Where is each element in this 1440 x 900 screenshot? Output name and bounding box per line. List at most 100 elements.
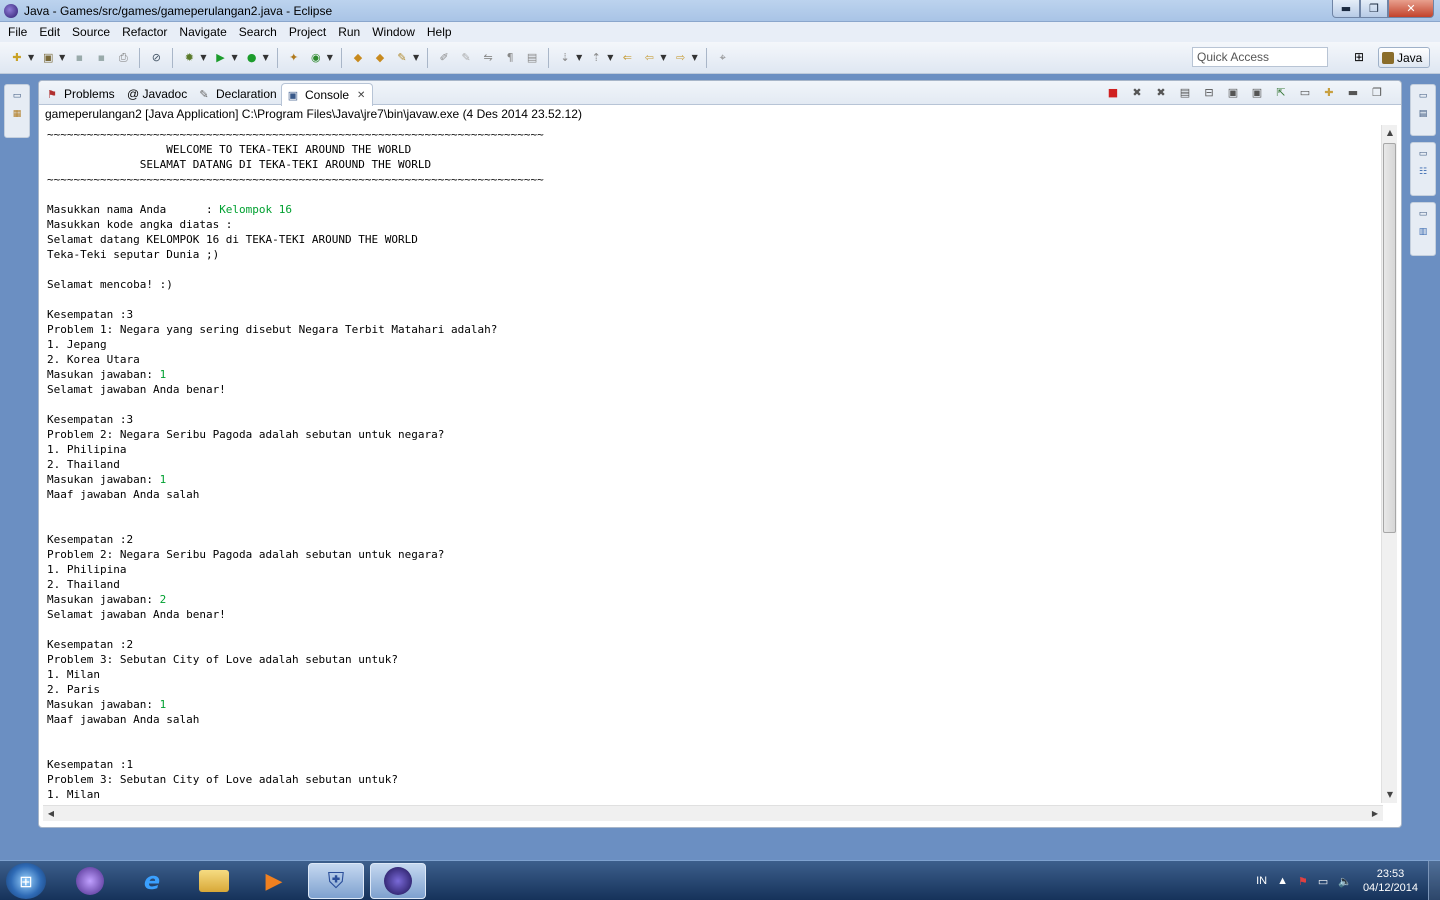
print-icon[interactable]: ⎙	[115, 50, 131, 66]
new-class-dropdown-icon[interactable]: ▼	[327, 53, 333, 62]
menu-source[interactable]: Source	[66, 22, 116, 42]
menu-navigate[interactable]: Navigate	[173, 22, 232, 42]
minimize-view-icon[interactable]: ▬	[1345, 84, 1361, 100]
restore-icon[interactable]: ▭	[1417, 149, 1429, 161]
windows-explorer-icon[interactable]	[186, 863, 242, 899]
new-package-icon[interactable]: ▣	[40, 50, 56, 66]
quick-access-input[interactable]: Quick Access	[1192, 47, 1328, 67]
scroll-up-icon[interactable]: ▲	[1382, 125, 1398, 141]
terminate-icon[interactable]: ■	[1105, 84, 1121, 100]
run-dropdown-icon[interactable]: ▼	[231, 53, 237, 62]
show-whitespace-icon[interactable]: ¶	[502, 50, 518, 66]
scroll-lock-icon[interactable]: ⊟	[1201, 84, 1217, 100]
previous-annotation-dropdown-icon[interactable]: ▼	[607, 53, 613, 62]
task-list-icon[interactable]: ▤	[1417, 109, 1429, 121]
back-icon[interactable]: ⇦	[641, 50, 657, 66]
new-java-project-icon[interactable]: ✦	[286, 50, 302, 66]
close-tab-icon[interactable]: ✕	[357, 90, 365, 101]
maximize-button[interactable]: ❐	[1360, 0, 1388, 18]
network-icon[interactable]: ▭	[1318, 875, 1328, 888]
start-button[interactable]: ⊞	[6, 863, 46, 899]
external-tools-dropdown-icon[interactable]: ▼	[263, 53, 269, 62]
display-console-icon[interactable]: ▭	[1297, 84, 1313, 100]
java-perspective-button[interactable]: Java	[1378, 47, 1430, 68]
restore-icon[interactable]: ▭	[1417, 91, 1429, 103]
eclipse-running-icon[interactable]	[370, 863, 426, 899]
tab-javadoc[interactable]: @ Javadoc	[123, 83, 187, 105]
new-class-icon[interactable]: ◉	[308, 50, 324, 66]
search-dropdown-icon[interactable]: ▼	[413, 53, 419, 62]
console-line: Problem 3: Sebutan City of Love adalah s…	[47, 652, 1375, 667]
open-type-icon[interactable]: ◆	[350, 50, 366, 66]
toggle-breadcrumb-icon[interactable]: ⇋	[480, 50, 496, 66]
debug-icon[interactable]: ✹	[181, 50, 197, 66]
toggle-mark-icon[interactable]: ✐	[436, 50, 452, 66]
hierarchy-icon[interactable]: ▥	[1417, 227, 1429, 239]
open-task-icon[interactable]: ◆	[372, 50, 388, 66]
restore-icon[interactable]: ▭	[11, 91, 23, 103]
remove-launch-icon[interactable]: ✖	[1129, 84, 1145, 100]
block-selection-icon[interactable]: ▤	[524, 50, 540, 66]
menu-run[interactable]: Run	[332, 22, 366, 42]
forward-dropdown-icon[interactable]: ▼	[692, 53, 698, 62]
action-center-icon[interactable]: ⚑	[1298, 875, 1308, 888]
new-icon[interactable]: ✚	[9, 50, 25, 66]
save-icon[interactable]: ▪	[71, 50, 87, 66]
toggle-highlight-icon[interactable]: ✎	[458, 50, 474, 66]
forward-icon[interactable]: ⇨	[673, 50, 689, 66]
clear-console-icon[interactable]: ▤	[1177, 84, 1193, 100]
show-desktop-button[interactable]	[1428, 861, 1440, 900]
scroll-right-icon[interactable]: ▶	[1367, 806, 1383, 822]
pin-editor-icon[interactable]: ⌖	[715, 50, 731, 66]
open-console-icon[interactable]: ✚	[1321, 84, 1337, 100]
clock[interactable]: 23:53 04/12/2014	[1363, 867, 1418, 895]
maximize-view-icon[interactable]: ❐	[1369, 84, 1385, 100]
vertical-scrollbar[interactable]: ▲ ▼	[1381, 125, 1397, 803]
security-center-icon[interactable]: ⛨	[308, 863, 364, 899]
next-annotation-dropdown-icon[interactable]: ▼	[576, 53, 582, 62]
new-package-dropdown-icon[interactable]: ▼	[59, 53, 65, 62]
language-indicator[interactable]: IN	[1256, 875, 1267, 887]
next-annotation-icon[interactable]: ⇣	[557, 50, 573, 66]
close-button[interactable]: ✕	[1388, 0, 1434, 18]
open-perspective-icon[interactable]: ⊞	[1350, 48, 1368, 66]
menu-search[interactable]: Search	[233, 22, 283, 42]
console-output[interactable]: ~~~~~~~~~~~~~~~~~~~~~~~~~~~~~~~~~~~~~~~~…	[47, 127, 1375, 805]
scrollbar-thumb[interactable]	[1383, 143, 1396, 533]
back-dropdown-icon[interactable]: ▼	[660, 53, 666, 62]
restore-icon[interactable]: ▭	[1417, 209, 1429, 221]
tab-declaration[interactable]: ✎ Declaration	[193, 83, 276, 105]
menu-edit[interactable]: Edit	[33, 22, 66, 42]
scroll-down-icon[interactable]: ▼	[1382, 787, 1398, 803]
menu-file[interactable]: File	[2, 22, 33, 42]
new-dropdown-icon[interactable]: ▼	[28, 53, 34, 62]
show-stderr-icon[interactable]: ▣	[1249, 84, 1265, 100]
debug-dropdown-icon[interactable]: ▼	[200, 53, 206, 62]
show-hidden-icons-icon[interactable]: ▲	[1277, 875, 1288, 887]
internet-explorer-icon[interactable]: e	[124, 863, 180, 899]
outline-icon[interactable]: ☷	[1417, 167, 1429, 179]
previous-annotation-icon[interactable]: ⇡	[588, 50, 604, 66]
show-stdout-icon[interactable]: ▣	[1225, 84, 1241, 100]
remove-all-terminated-icon[interactable]: ✖	[1153, 84, 1169, 100]
pin-console-icon[interactable]: ⇱	[1273, 84, 1289, 100]
minimize-button[interactable]: ▬	[1332, 0, 1360, 18]
media-player-icon[interactable]: ▶	[246, 863, 302, 899]
menu-window[interactable]: Window	[366, 22, 421, 42]
package-explorer-icon[interactable]: ▦	[11, 109, 23, 121]
volume-icon[interactable]: 🔈	[1338, 875, 1352, 888]
menu-refactor[interactable]: Refactor	[116, 22, 173, 42]
scroll-left-icon[interactable]: ◀	[43, 806, 59, 822]
menu-help[interactable]: Help	[421, 22, 458, 42]
menu-project[interactable]: Project	[283, 22, 332, 42]
skip-breakpoints-icon[interactable]: ⊘	[148, 50, 164, 66]
tab-problems[interactable]: ⚑ Problems	[41, 83, 115, 105]
search-icon[interactable]: ✎	[394, 50, 410, 66]
eclipse-app-icon[interactable]	[62, 863, 118, 899]
save-all-icon[interactable]: ▪	[93, 50, 109, 66]
last-edit-icon[interactable]: ⇐	[619, 50, 635, 66]
tab-console[interactable]: ▣ Console ✕	[281, 83, 373, 106]
external-tools-icon[interactable]: ●	[244, 50, 260, 66]
horizontal-scrollbar[interactable]: ◀ ▶	[43, 805, 1383, 821]
run-icon[interactable]: ▶	[212, 50, 228, 66]
